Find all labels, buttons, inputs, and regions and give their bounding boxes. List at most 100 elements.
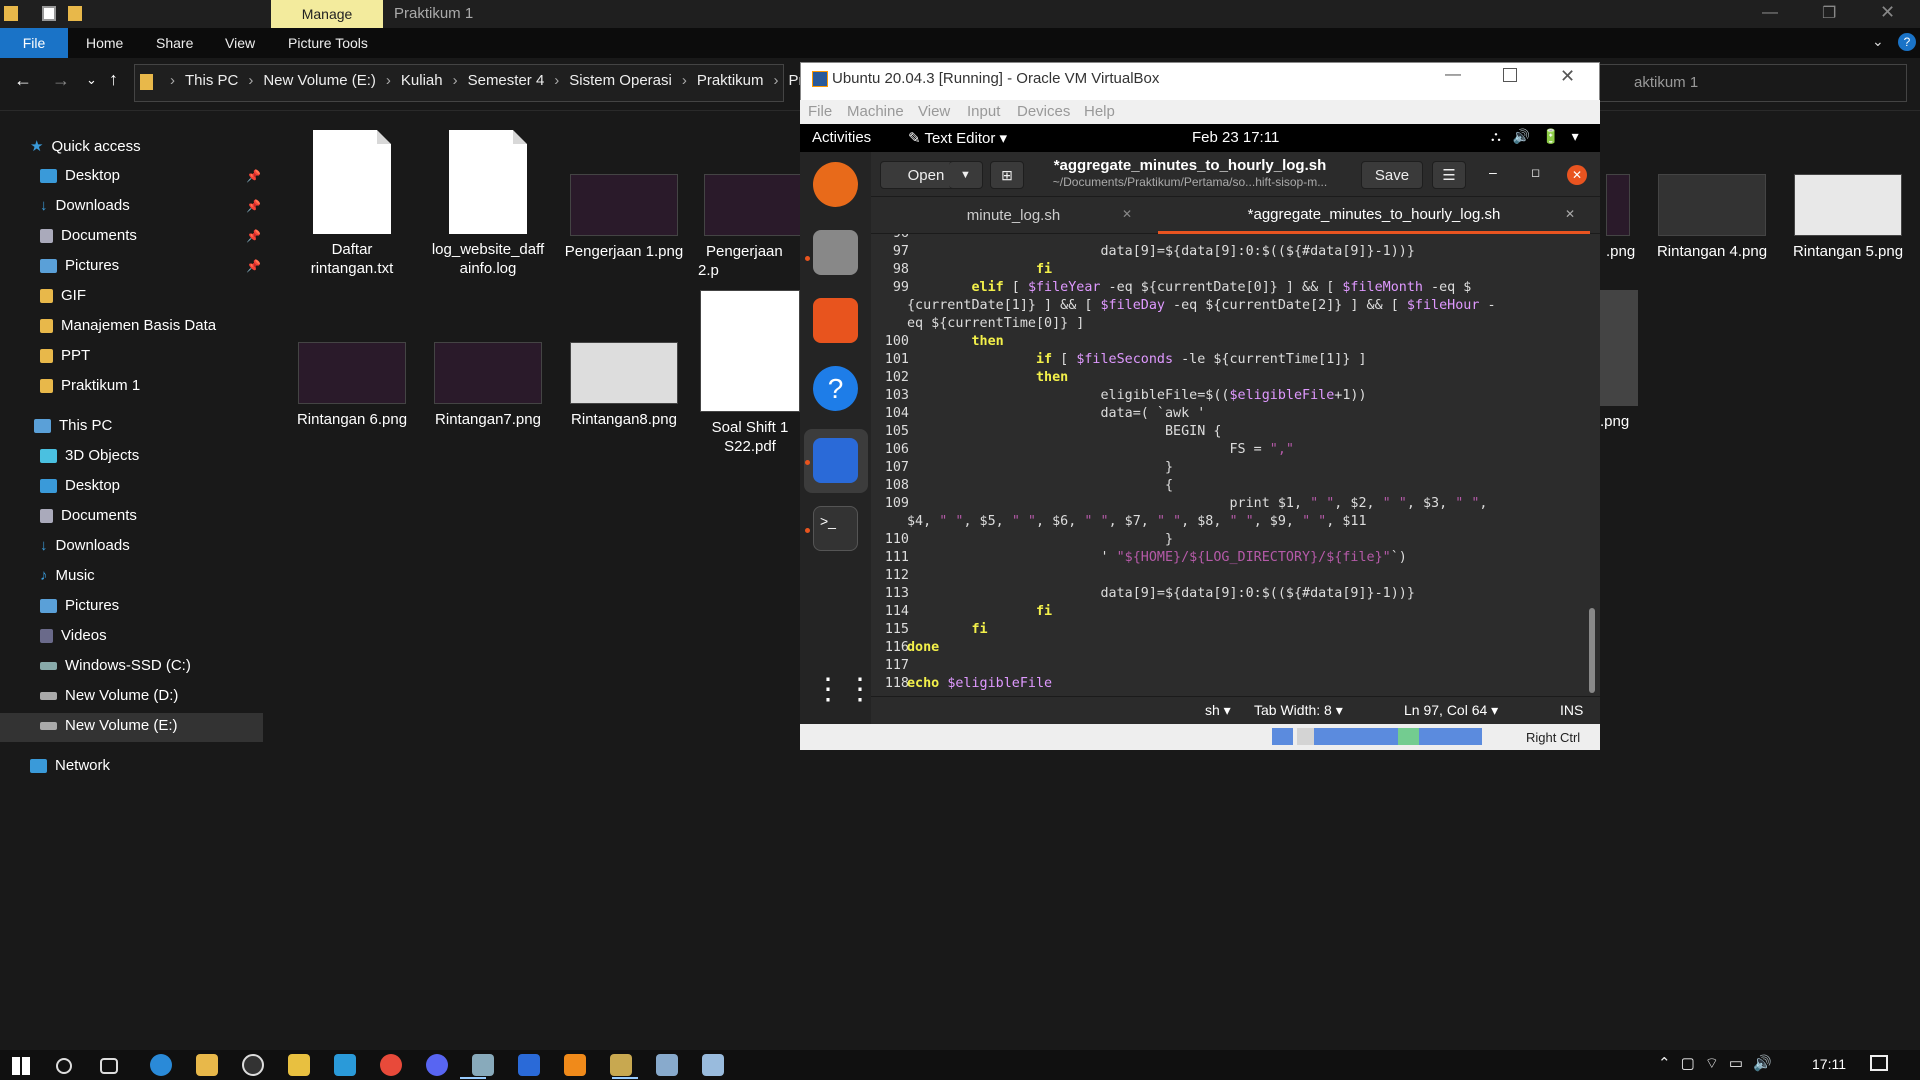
app-icon[interactable]	[334, 1054, 356, 1076]
nav-item-pictures[interactable]: Pictures	[40, 257, 119, 274]
chevron-down-icon[interactable]: ⌄	[1872, 33, 1884, 50]
tab-home[interactable]: Home	[86, 28, 123, 58]
app-icon[interactable]	[656, 1054, 678, 1076]
recent-dropdown-icon[interactable]: ⌄	[86, 72, 97, 88]
file-item[interactable]: .png	[1600, 290, 1640, 431]
tab-file[interactable]: File	[0, 28, 68, 58]
app-icon[interactable]	[472, 1054, 494, 1076]
system-tray-icons[interactable]: ⛬🔊🔋▾	[1491, 128, 1591, 145]
breadcrumb-sistem-operasi[interactable]: Sistem Operasi	[569, 72, 672, 89]
files-icon[interactable]	[813, 230, 858, 275]
maximize-icon[interactable]: ◻	[1531, 166, 1540, 179]
close-icon[interactable]: ✕	[1560, 66, 1575, 87]
new-folder-icon[interactable]	[68, 6, 82, 21]
file-item[interactable]: Soal Shift 1 S22.pdf	[700, 290, 800, 456]
tab-share[interactable]: Share	[156, 28, 193, 58]
file-item[interactable]: Daftar rintangan.txt	[292, 130, 412, 278]
tab-view[interactable]: View	[225, 28, 255, 58]
pin-icon[interactable]: 📌	[246, 169, 261, 183]
nav-item-ppt[interactable]: PPT	[40, 347, 90, 364]
file-item[interactable]: log_website_daffainfo.log	[428, 130, 548, 278]
nav-item-manajemen[interactable]: Manajemen Basis Data	[40, 317, 216, 334]
tab-picture-tools[interactable]: Picture Tools	[288, 28, 368, 58]
minimize-icon[interactable]: –	[1489, 164, 1497, 180]
taskbar-clock[interactable]: 17:11	[1812, 1056, 1846, 1072]
close-icon[interactable]: ✕	[1880, 2, 1895, 23]
task-view-icon[interactable]	[100, 1058, 118, 1074]
breadcrumb-this-pc[interactable]: This PC	[185, 72, 238, 89]
app-icon[interactable]	[564, 1054, 586, 1076]
start-icon[interactable]	[12, 1057, 30, 1075]
app-icon[interactable]	[610, 1054, 632, 1076]
pin-icon[interactable]: 📌	[246, 259, 261, 273]
tab-close-icon[interactable]: ✕	[1565, 207, 1575, 221]
editor-scrollbar[interactable]	[1589, 608, 1595, 693]
discord-icon[interactable]	[426, 1054, 448, 1076]
media-icon[interactable]	[242, 1054, 264, 1076]
nav-item-documents[interactable]: Documents	[40, 227, 137, 244]
file-item[interactable]: .png	[1606, 174, 1636, 261]
terminal-icon[interactable]: >_	[813, 506, 858, 551]
nav-item-3d-objects[interactable]: 3D Objects	[40, 447, 139, 464]
menu-file[interactable]: File	[808, 103, 832, 120]
activities-button[interactable]: Activities	[812, 129, 871, 146]
nav-quick-access[interactable]: ★ Quick access	[30, 137, 141, 156]
nav-item-pc-pictures[interactable]: Pictures	[40, 597, 119, 614]
breadcrumb-praktikum[interactable]: Praktikum	[697, 72, 764, 89]
restore-icon[interactable]: ❐	[1822, 3, 1836, 23]
hamburger-menu-icon[interactable]: ☰	[1432, 161, 1466, 189]
search-icon[interactable]	[56, 1058, 72, 1074]
nav-item-pc-documents[interactable]: Documents	[40, 507, 137, 524]
new-tab-icon[interactable]: ⊞	[990, 161, 1024, 189]
file-item[interactable]: Pengerjaan 1.png	[564, 174, 684, 261]
menu-help[interactable]: Help	[1084, 103, 1115, 120]
gnome-clock[interactable]: Feb 23 17:11	[1192, 129, 1279, 146]
menu-devices[interactable]: Devices	[1017, 103, 1070, 120]
file-item[interactable]: Rintangan 6.png	[292, 342, 412, 429]
vbox-device-icons[interactable]	[1272, 728, 1482, 745]
minimize-icon[interactable]: —	[1762, 4, 1778, 22]
open-dropdown-icon[interactable]: ▼	[949, 161, 983, 189]
system-tray-icons[interactable]: ⌃▢⌔▭🔊	[1658, 1054, 1782, 1073]
file-item[interactable]: Rintangan8.png	[564, 342, 684, 429]
edge-icon[interactable]	[150, 1054, 172, 1076]
search-input[interactable]: aktikum 1	[1587, 64, 1907, 102]
manage-tab[interactable]: Manage	[271, 0, 383, 28]
nav-this-pc[interactable]: This PC	[34, 417, 112, 434]
forward-icon[interactable]: →	[52, 70, 70, 91]
file-item[interactable]: Rintangan7.png	[428, 342, 548, 429]
notification-icon[interactable]	[1870, 1055, 1888, 1071]
language-selector[interactable]: sh ▾	[1205, 702, 1231, 719]
menu-machine[interactable]: Machine	[847, 103, 904, 120]
tab-minute-log[interactable]: minute_log.sh	[871, 197, 1156, 234]
app-icon[interactable]	[702, 1054, 724, 1076]
tab-close-icon[interactable]: ✕	[1122, 207, 1132, 221]
menu-view[interactable]: View	[918, 103, 950, 120]
file-item[interactable]: Rintangan 5.png	[1788, 174, 1908, 261]
breadcrumb-semester[interactable]: Semester 4	[468, 72, 545, 89]
chrome-icon[interactable]	[380, 1054, 402, 1076]
minimize-icon[interactable]: —	[1445, 66, 1461, 84]
pin-icon[interactable]: 📌	[246, 199, 261, 213]
nav-item-pc-downloads[interactable]: ↓ Downloads	[40, 537, 130, 554]
file-item[interactable]: Pengerjaan 2.p	[698, 174, 800, 280]
nav-item-gif[interactable]: GIF	[40, 287, 86, 304]
back-icon[interactable]: ←	[14, 70, 32, 91]
help-icon[interactable]: ?	[813, 366, 858, 411]
tab-aggregate[interactable]: *aggregate_minutes_to_hourly_log.sh	[1158, 197, 1590, 234]
nav-item-videos[interactable]: Videos	[40, 627, 107, 644]
file-item[interactable]: Rintangan 4.png	[1652, 174, 1772, 261]
show-apps-icon[interactable]: ⋮⋮⋮	[813, 670, 907, 715]
save-button[interactable]: Save	[1361, 161, 1423, 189]
nav-network[interactable]: Network	[30, 757, 110, 774]
nav-item-drive-e[interactable]: New Volume (E:)	[40, 717, 178, 734]
maximize-icon[interactable]	[1503, 68, 1517, 82]
nav-item-pc-desktop[interactable]: Desktop	[40, 477, 120, 494]
virtualbox-icon[interactable]	[518, 1054, 540, 1076]
nav-item-desktop[interactable]: Desktop	[40, 167, 120, 184]
nav-item-drive-d[interactable]: New Volume (D:)	[40, 687, 178, 704]
code-editor[interactable]: 96 97 data[9]=${data[9]:0:$((${#data[9]}-…	[871, 234, 1586, 696]
app-menu[interactable]: ✎ Text Editor ▾	[908, 129, 1007, 147]
cursor-position[interactable]: Ln 97, Col 64 ▾	[1404, 702, 1498, 719]
file-explorer-icon[interactable]	[196, 1054, 218, 1076]
